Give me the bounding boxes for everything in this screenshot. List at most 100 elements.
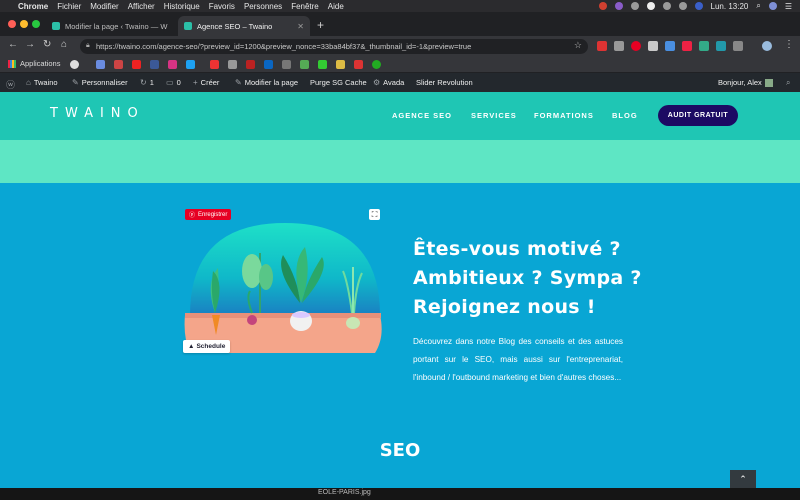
clock[interactable]: Lun. 13:20 <box>711 2 749 11</box>
pinterest-extension-icon[interactable] <box>631 41 641 51</box>
wifi-icon[interactable] <box>662 2 671 10</box>
extension-icon[interactable] <box>699 41 709 51</box>
forward-icon[interactable]: → <box>25 39 35 50</box>
menu-personnes[interactable]: Personnes <box>244 2 282 11</box>
nav-agence-seo[interactable]: AGENCE SEO <box>392 111 452 120</box>
desktop-strip: EOLE-PARIS.jpg <box>0 488 800 500</box>
menu-aide[interactable]: Aide <box>328 2 344 11</box>
close-tab-icon[interactable]: ✕ <box>167 22 174 31</box>
bookmark-label: Applications <box>20 59 61 68</box>
brush-icon: ✎ <box>72 78 79 87</box>
google-bookmark-icon[interactable] <box>70 60 79 69</box>
control-center-icon[interactable]: ☰ <box>785 2 792 11</box>
extension-icon[interactable] <box>665 41 675 51</box>
bookmark-icon[interactable] <box>96 60 105 69</box>
admin-item-comments[interactable]: ▭ 0 <box>166 78 181 87</box>
site-logo[interactable]: TWAINO <box>50 106 145 121</box>
search-icon[interactable]: ⌕ <box>756 1 760 11</box>
menu-historique[interactable]: Historique <box>164 2 200 11</box>
home-icon[interactable]: ⌂ <box>61 39 67 50</box>
admin-item-create[interactable]: + Créer <box>193 78 219 87</box>
bookmark-icon[interactable] <box>318 60 327 69</box>
tab-modifier-la-page[interactable]: Modifier la page ‹ Twaino — W ✕ <box>46 16 174 36</box>
close-window-button[interactable] <box>8 20 16 28</box>
admin-search-icon[interactable]: ⌕ <box>786 78 790 88</box>
admin-item-label: Twaino <box>33 78 58 87</box>
site-header: TWAINO AGENCE SEO SERVICES FORMATIONS BL… <box>0 92 800 140</box>
instagram-bookmark-icon[interactable] <box>168 60 177 69</box>
extension-icon[interactable] <box>733 41 743 51</box>
menu-modifier[interactable]: Modifier <box>90 2 118 11</box>
address-bar[interactable]: 🔒︎ https://twaino.com/agence-seo/?previe… <box>80 39 588 54</box>
extension-icon[interactable] <box>597 41 607 51</box>
youtube-bookmark-icon[interactable] <box>132 60 141 69</box>
admin-greeting[interactable]: Bonjour, Alex <box>718 78 773 87</box>
schedule-button[interactable]: ▲ Schedule <box>183 340 231 353</box>
menu-fenetre[interactable]: Fenêtre <box>291 2 319 11</box>
new-tab-button[interactable]: + <box>317 18 324 32</box>
menu-favoris[interactable]: Favoris <box>209 2 235 11</box>
facebook-bookmark-icon[interactable] <box>150 60 159 69</box>
lock-icon[interactable]: 🔒︎ <box>86 42 90 50</box>
maximize-window-button[interactable] <box>32 20 40 28</box>
bookmark-icon[interactable] <box>282 60 291 69</box>
bookmark-icon[interactable] <box>336 60 345 69</box>
admin-item-slider-revolution[interactable]: Slider Revolution <box>416 78 473 87</box>
reload-icon[interactable]: ↻ <box>43 39 51 50</box>
minimize-window-button[interactable] <box>20 20 28 28</box>
battery-icon[interactable] <box>678 2 687 10</box>
admin-item-customize[interactable]: ✎ Personnaliser <box>72 78 128 87</box>
pinterest-save-button[interactable]: ⓟ Enregistrer <box>185 209 232 220</box>
more-menu-icon[interactable]: ⋮ <box>784 39 794 50</box>
profile-avatar[interactable] <box>762 41 772 51</box>
linkedin-bookmark-icon[interactable] <box>264 60 273 69</box>
close-tab-icon[interactable]: ✕ <box>291 22 304 31</box>
bookmarks-bar: Applications <box>0 56 800 73</box>
admin-item-label: 0 <box>176 78 181 87</box>
admin-item-site[interactable]: ⌂ Twaino <box>26 78 58 87</box>
tab-agence-seo[interactable]: Agence SEO – Twaino ✕ <box>178 16 310 36</box>
hero-headline: Êtes-vous motivé ? Ambitieux ? Sympa ? R… <box>413 238 642 318</box>
apps-grid-icon <box>8 59 16 68</box>
whatsapp-bookmark-icon[interactable] <box>372 60 381 69</box>
nav-services[interactable]: SERVICES <box>471 111 517 120</box>
bookmark-icon[interactable] <box>114 60 123 69</box>
admin-item-label: Avada <box>383 78 405 87</box>
siri-icon[interactable] <box>768 2 777 10</box>
cloud-icon[interactable] <box>646 2 655 10</box>
bookmark-icon[interactable] <box>354 60 363 69</box>
admin-item-updates[interactable]: ↻ 1 <box>140 78 154 87</box>
desktop-file-label[interactable]: EOLE-PARIS.jpg <box>318 489 371 496</box>
extension-icon[interactable] <box>716 41 726 51</box>
app-icon[interactable] <box>614 2 623 10</box>
menu-afficher[interactable]: Afficher <box>128 2 155 11</box>
extension-icon[interactable] <box>614 41 624 51</box>
back-icon[interactable]: ← <box>8 39 18 50</box>
nav-formations[interactable]: FORMATIONS <box>534 111 594 120</box>
bookmark-icon[interactable] <box>246 60 255 69</box>
update-icon: ↻ <box>140 78 147 87</box>
admin-item-purge-cache[interactable]: Purge SG Cache <box>310 78 367 87</box>
extension-icon[interactable] <box>682 41 692 51</box>
bookmark-icon[interactable] <box>210 60 219 69</box>
bookmark-icon[interactable] <box>300 60 309 69</box>
admin-item-edit-page[interactable]: ✎ Modifier la page <box>235 78 298 87</box>
macos-menu-bar: Chrome Fichier Modifier Afficher Histori… <box>0 0 800 12</box>
admin-item-label: Slider Revolution <box>416 78 473 87</box>
menu-fichier[interactable]: Fichier <box>57 2 81 11</box>
language-flag-icon[interactable] <box>694 2 703 10</box>
admin-item-avada[interactable]: ⚙ Avada <box>373 78 404 87</box>
expand-image-icon[interactable]: ⛶ <box>369 209 380 220</box>
bookmark-applications[interactable]: Applications <box>8 59 60 68</box>
extension-icon[interactable] <box>648 41 658 51</box>
bookmark-star-icon[interactable]: ☆ <box>574 40 582 51</box>
nav-blog[interactable]: BLOG <box>612 111 638 120</box>
record-icon[interactable] <box>598 2 607 10</box>
menu-chrome[interactable]: Chrome <box>18 2 48 11</box>
twitter-bookmark-icon[interactable] <box>186 60 195 69</box>
back-to-top-button[interactable]: ⌃ <box>730 470 756 488</box>
bookmark-icon[interactable] <box>228 60 237 69</box>
sync-icon[interactable] <box>630 2 639 10</box>
wordpress-logo-icon[interactable]: ⓦ <box>6 78 15 91</box>
audit-gratuit-button[interactable]: AUDIT GRATUIT <box>658 105 738 126</box>
